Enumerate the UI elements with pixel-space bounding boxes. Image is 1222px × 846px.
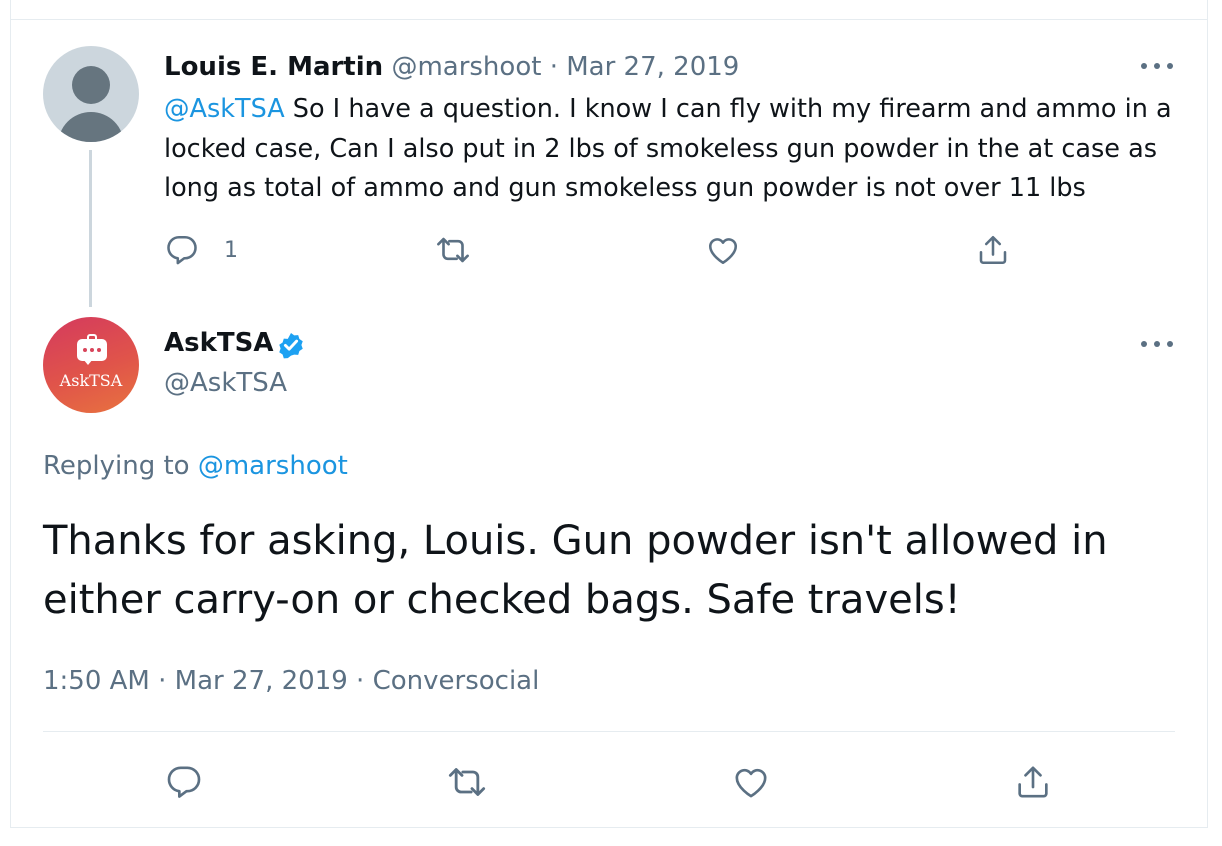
meta-separator: ·: [356, 666, 365, 696]
parent-more-options-icon[interactable]: [1141, 60, 1173, 72]
parent-tweet-body: So I have a question. I know I can fly w…: [164, 94, 1172, 203]
thread-line: [89, 150, 92, 307]
top-divider: [11, 19, 1208, 20]
retweet-icon: [445, 762, 489, 802]
reply-reply-button[interactable]: [164, 762, 204, 802]
avatar-logo-text: AskTSA: [59, 371, 123, 390]
reply-like-button[interactable]: [731, 762, 771, 802]
verified-badge-icon: [275, 329, 307, 365]
parent-author-name[interactable]: Louis E. Martin: [164, 52, 383, 82]
share-icon: [1013, 762, 1053, 802]
avatar-body: [58, 112, 124, 142]
share-icon: [975, 232, 1011, 268]
reply-tweet-text: Thanks for asking, Louis. Gun powder isn…: [43, 518, 1108, 623]
parent-share-button[interactable]: [975, 232, 1011, 268]
replying-to-link[interactable]: @marshoot: [198, 451, 348, 481]
parent-retweet-button[interactable]: [434, 232, 472, 268]
reply-share-button[interactable]: [1013, 762, 1053, 802]
parent-reply-button[interactable]: [164, 232, 200, 268]
avatar-head: [72, 66, 110, 104]
parent-tweet-date[interactable]: Mar 27, 2019: [566, 52, 739, 82]
reply-date[interactable]: Mar 27, 2019: [175, 666, 348, 696]
parent-mention-link[interactable]: @AskTSA: [164, 94, 285, 124]
parent-like-button[interactable]: [705, 232, 741, 268]
asktsa-avatar[interactable]: AskTSA: [43, 317, 139, 413]
louis-avatar[interactable]: [43, 46, 139, 142]
reply-more-options-icon[interactable]: [1141, 338, 1173, 350]
header-separator: ·: [549, 52, 558, 82]
replying-to-line: Replying to @marshoot: [43, 449, 348, 483]
reply-tweet-meta: 1:50 AM · Mar 27, 2019 · Conversocial: [43, 664, 539, 698]
reply-retweet-button[interactable]: [445, 762, 489, 802]
reply-icon: [164, 762, 204, 802]
like-icon: [705, 232, 741, 268]
replying-to-prefix: Replying to: [43, 451, 198, 481]
meta-separator: ·: [158, 666, 167, 696]
reply-author-name[interactable]: AskTSA: [164, 326, 273, 360]
reply-time[interactable]: 1:50 AM: [43, 666, 150, 696]
parent-tweet-header: Louis E. Martin @marshoot · Mar 27, 2019: [164, 50, 739, 84]
reply-icon: [164, 232, 200, 268]
reply-source[interactable]: Conversocial: [373, 666, 540, 696]
reply-author-handle[interactable]: @AskTSA: [164, 366, 287, 400]
like-icon: [731, 762, 771, 802]
parent-author-handle[interactable]: @marshoot: [391, 52, 541, 82]
actions-divider: [43, 731, 1175, 732]
chat-bubble-icon: [77, 334, 107, 365]
parent-reply-count: 1: [224, 238, 238, 263]
retweet-icon: [434, 232, 472, 268]
parent-tweet-text: @AskTSA So I have a question. I know I c…: [164, 90, 1184, 209]
